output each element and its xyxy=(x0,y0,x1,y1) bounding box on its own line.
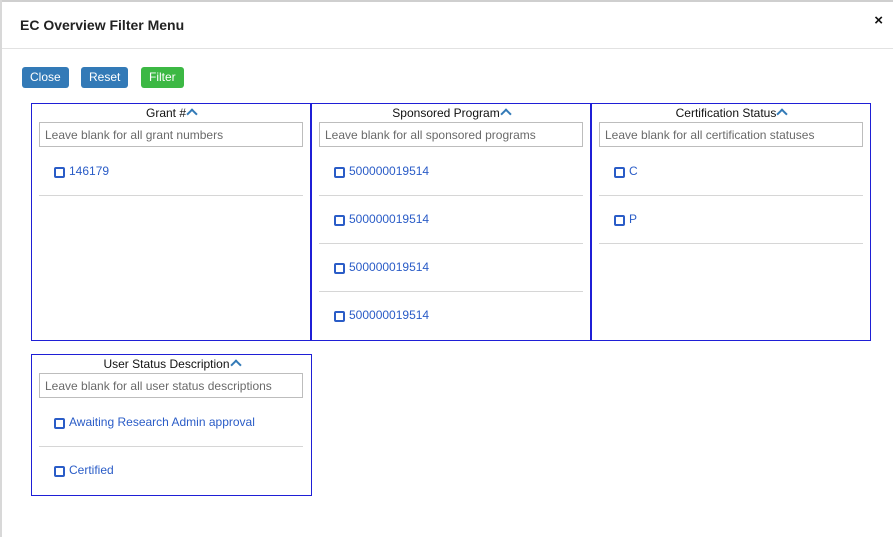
list-item[interactable]: Awaiting Research Admin approval xyxy=(39,399,303,447)
user-status-filter-panel: User Status Description Awaiting Researc… xyxy=(31,354,312,496)
list-item[interactable]: 500000019514 xyxy=(319,196,583,244)
item-label[interactable]: 500000019514 xyxy=(349,308,429,322)
modal-title: EC Overview Filter Menu xyxy=(20,17,185,33)
list-item[interactable]: 500000019514 xyxy=(319,292,583,340)
sponsored-program-panel-title: Sponsored Program xyxy=(392,106,500,120)
checkbox[interactable] xyxy=(334,167,345,178)
sponsored-program-panel-header[interactable]: Sponsored Program xyxy=(312,105,590,121)
list-item[interactable]: 146179 xyxy=(39,148,303,196)
close-button[interactable]: Close xyxy=(22,67,69,88)
list-item[interactable]: P xyxy=(599,196,863,244)
sponsored-program-filter-panel: Sponsored Program 500000019514 500000019… xyxy=(311,103,591,341)
checkbox[interactable] xyxy=(334,311,345,322)
filter-button[interactable]: Filter xyxy=(141,67,184,88)
checkbox[interactable] xyxy=(614,167,625,178)
list-item[interactable]: 500000019514 xyxy=(319,148,583,196)
chevron-up-icon[interactable] xyxy=(186,108,198,120)
certification-status-search-input[interactable] xyxy=(599,122,863,147)
user-status-panel-header[interactable]: User Status Description xyxy=(32,356,311,372)
grant-panel-header[interactable]: Grant # xyxy=(32,105,310,121)
certification-status-filter-panel: Certification Status C P xyxy=(591,103,871,341)
item-label[interactable]: Certified xyxy=(69,463,114,477)
item-label[interactable]: P xyxy=(629,212,637,226)
window-left-edge xyxy=(0,0,2,537)
checkbox[interactable] xyxy=(54,418,65,429)
checkbox[interactable] xyxy=(334,215,345,226)
user-status-search-input[interactable] xyxy=(39,373,303,398)
sponsored-program-search-input[interactable] xyxy=(319,122,583,147)
certification-status-panel-header[interactable]: Certification Status xyxy=(592,105,870,121)
item-label[interactable]: C xyxy=(629,164,638,178)
grant-filter-panel: Grant # 146179 xyxy=(31,103,311,341)
chevron-up-icon[interactable] xyxy=(500,108,512,120)
list-item[interactable]: 500000019514 xyxy=(319,244,583,292)
list-item[interactable]: Certified xyxy=(39,447,303,495)
certification-status-panel-title: Certification Status xyxy=(675,106,777,120)
item-label[interactable]: Awaiting Research Admin approval xyxy=(69,415,255,429)
user-status-panel-title: User Status Description xyxy=(103,357,230,371)
grant-panel-title: Grant # xyxy=(145,106,187,120)
item-label[interactable]: 500000019514 xyxy=(349,260,429,274)
item-label[interactable]: 500000019514 xyxy=(349,212,429,226)
checkbox[interactable] xyxy=(614,215,625,226)
modal-header: EC Overview Filter Menu × xyxy=(2,2,893,49)
item-label[interactable]: 500000019514 xyxy=(349,164,429,178)
close-icon[interactable]: × xyxy=(874,13,883,29)
list-item[interactable]: C xyxy=(599,148,863,196)
checkbox[interactable] xyxy=(334,263,345,274)
item-label[interactable]: 146179 xyxy=(69,164,109,178)
reset-button[interactable]: Reset xyxy=(81,67,129,88)
grant-search-input[interactable] xyxy=(39,122,303,147)
chevron-up-icon[interactable] xyxy=(776,108,789,120)
checkbox[interactable] xyxy=(54,466,65,477)
checkbox[interactable] xyxy=(54,167,65,178)
chevron-up-icon[interactable] xyxy=(229,359,242,371)
